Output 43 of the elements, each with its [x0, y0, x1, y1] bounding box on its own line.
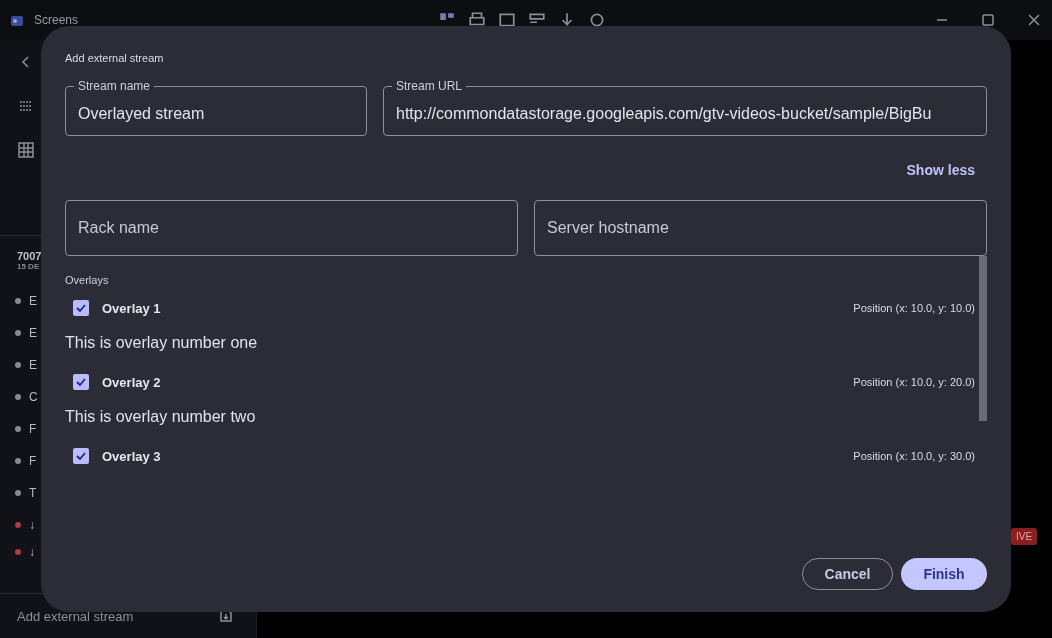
finish-button[interactable]: Finish: [901, 558, 987, 590]
overlay-description: This is overlay number one: [65, 334, 259, 352]
sidebar-item[interactable]: F: [29, 422, 37, 436]
sidebar-item[interactable]: E: [29, 294, 37, 308]
sidebar-item[interactable]: T: [29, 486, 37, 500]
checkbox[interactable]: [73, 374, 89, 390]
check-icon: [75, 376, 87, 388]
sidebar-header: 7007: [16, 249, 43, 262]
overlay-position: Position (x: 10.0, y: 30.0): [853, 450, 975, 462]
overlay-description: This is overlay number two: [65, 408, 257, 426]
sidebar-item[interactable]: C: [29, 390, 38, 404]
overlay-title: Overlay 1: [102, 300, 161, 316]
app-logo-icon: [10, 13, 24, 27]
field-label: Stream name: [77, 80, 152, 92]
sidebar-item[interactable]: ↓: [29, 545, 35, 559]
text-field-frame[interactable]: Stream URL http://commondatastorage.googleapis.com/gtv-videos-bucket/sample/BigBu: [383, 80, 987, 136]
section-label: Overlays: [65, 274, 110, 286]
app-title: Screens: [34, 13, 79, 27]
checkbox[interactable]: [73, 300, 89, 316]
scrollbar-thumb[interactable]: [979, 256, 987, 421]
text-field[interactable]: http://commondatastorage.googleapis.com/gtv-videos-bucket/sample/BigBu: [396, 92, 974, 135]
checkbox[interactable]: [73, 448, 89, 464]
overlay-position: Position (x: 10.0, y: 20.0): [853, 376, 975, 388]
check-icon: [75, 302, 87, 314]
check-icon: [75, 450, 87, 462]
add-stream-link[interactable]: Add external stream: [17, 608, 134, 624]
sidebar-item[interactable]: E: [29, 358, 37, 372]
show-less-link[interactable]: Show less: [906, 162, 975, 178]
sidebar-item[interactable]: E: [29, 326, 37, 340]
maximize-icon[interactable]: [980, 12, 996, 28]
overlay-position: Position (x: 10.0, y: 10.0): [853, 302, 975, 314]
sidebar-subheader: 15 DE: [16, 262, 41, 273]
grid-icon[interactable]: [18, 142, 34, 158]
dialog-title: Add external stream: [65, 52, 165, 64]
close-icon[interactable]: [1026, 12, 1042, 28]
overlay-title: Overlay 3: [102, 448, 161, 464]
sidebar-item[interactable]: F: [29, 454, 37, 468]
sidebar-item[interactable]: ↓: [29, 518, 35, 532]
live-badge: IVE: [1011, 528, 1038, 545]
field-label: Stream URL: [395, 80, 464, 92]
text-field-frame[interactable]: Stream name Overlayed stream: [65, 80, 367, 136]
text-field[interactable]: Overlayed stream: [78, 92, 354, 135]
overlay-title: Overlay 2: [102, 374, 161, 390]
